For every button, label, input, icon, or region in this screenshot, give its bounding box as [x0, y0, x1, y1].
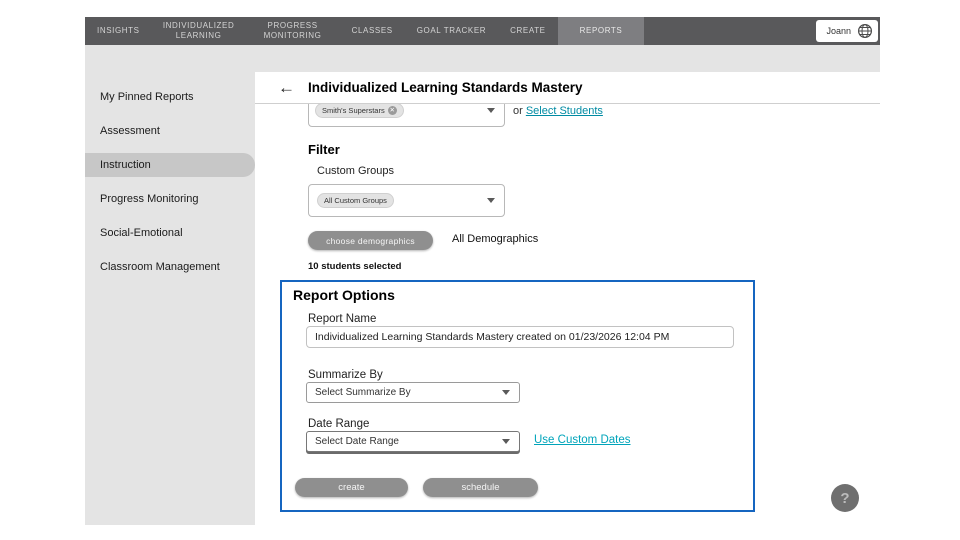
sidebar: My Pinned Reports Assessment Instruction…	[85, 45, 255, 525]
select-students-row: or Select Students	[513, 105, 603, 117]
date-range-value: Select Date Range	[315, 436, 399, 447]
select-students-link[interactable]: Select Students	[526, 105, 603, 117]
filter-heading: Filter	[308, 142, 340, 157]
sidebar-item-progress-monitoring[interactable]: Progress Monitoring	[85, 187, 255, 211]
globe-icon	[857, 23, 873, 39]
create-button[interactable]: create	[295, 478, 408, 497]
custom-groups-label: Custom Groups	[317, 165, 395, 177]
report-options-heading: Report Options	[293, 287, 395, 303]
chevron-down-icon	[487, 198, 495, 203]
date-range-label: Date Range	[308, 418, 370, 430]
schedule-button[interactable]: schedule	[423, 478, 538, 497]
nav-individualized-learning[interactable]: INDIVIDUALIZED LEARNING	[152, 17, 246, 45]
summarize-by-dropdown[interactable]: Select Summarize By	[306, 382, 520, 403]
choose-demographics-button[interactable]: choose demographics	[308, 231, 433, 250]
report-header: ← Individualized Learning Standards Mast…	[255, 72, 880, 104]
custom-groups-chip[interactable]: All Custom Groups	[317, 193, 394, 208]
chevron-down-icon	[502, 390, 510, 395]
user-name: Joann	[826, 26, 851, 36]
use-custom-dates-link[interactable]: Use Custom Dates	[534, 434, 631, 446]
chip-remove-icon[interactable]: ✕	[387, 105, 397, 115]
report-form: Smith's Superstars ✕ or Select Students …	[255, 104, 880, 525]
date-range-dropdown[interactable]: Select Date Range	[306, 431, 520, 452]
sidebar-item-social-emotional[interactable]: Social-Emotional	[85, 221, 255, 245]
class-chip[interactable]: Smith's Superstars ✕	[315, 104, 404, 118]
help-question-icon: ?	[840, 489, 850, 507]
top-nav: INSIGHTS INDIVIDUALIZED LEARNING PROGRES…	[85, 17, 880, 45]
chevron-down-icon	[487, 107, 495, 113]
nav-progress-monitoring[interactable]: PROGRESS MONITORING	[246, 17, 340, 45]
nav-goal-tracker[interactable]: GOAL TRACKER	[405, 17, 498, 45]
summarize-by-value: Select Summarize By	[315, 387, 411, 398]
summarize-by-label: Summarize By	[308, 369, 383, 381]
report-name-label: Report Name	[308, 313, 377, 325]
app-body: My Pinned Reports Assessment Instruction…	[85, 45, 880, 525]
help-button[interactable]: ?	[831, 484, 859, 512]
sidebar-item-my-pinned-reports[interactable]: My Pinned Reports	[85, 85, 255, 109]
page-title: Individualized Learning Standards Master…	[308, 80, 583, 95]
or-label: or	[513, 105, 523, 117]
nav-reports[interactable]: REPORTS	[557, 17, 645, 45]
class-select-dropdown[interactable]: Smith's Superstars ✕	[308, 104, 505, 127]
nav-insights[interactable]: INSIGHTS	[85, 17, 152, 45]
main-area: ← Individualized Learning Standards Mast…	[255, 45, 880, 525]
back-arrow-icon[interactable]: ←	[278, 78, 295, 98]
user-menu[interactable]: Joann	[816, 20, 878, 42]
report-name-input[interactable]	[306, 326, 734, 348]
page: INSIGHTS INDIVIDUALIZED LEARNING PROGRES…	[0, 0, 960, 540]
nav-create[interactable]: CREATE	[498, 17, 557, 45]
app-window: INSIGHTS INDIVIDUALIZED LEARNING PROGRES…	[85, 17, 880, 525]
students-selected-text: 10 students selected	[308, 261, 402, 272]
sidebar-item-classroom-management[interactable]: Classroom Management	[85, 255, 255, 279]
custom-groups-chip-label: All Custom Groups	[324, 196, 387, 205]
class-chip-label: Smith's Superstars	[322, 105, 385, 115]
sidebar-item-assessment[interactable]: Assessment	[85, 119, 255, 143]
chevron-down-icon	[502, 439, 510, 444]
main-panel: ← Individualized Learning Standards Mast…	[255, 72, 880, 525]
custom-groups-dropdown[interactable]: All Custom Groups	[308, 184, 505, 217]
demographics-value: All Demographics	[452, 233, 539, 245]
nav-classes[interactable]: CLASSES	[340, 17, 405, 45]
sidebar-item-instruction[interactable]: Instruction	[85, 153, 255, 177]
report-options-section: Report Options Report Name Summarize By …	[280, 280, 755, 512]
